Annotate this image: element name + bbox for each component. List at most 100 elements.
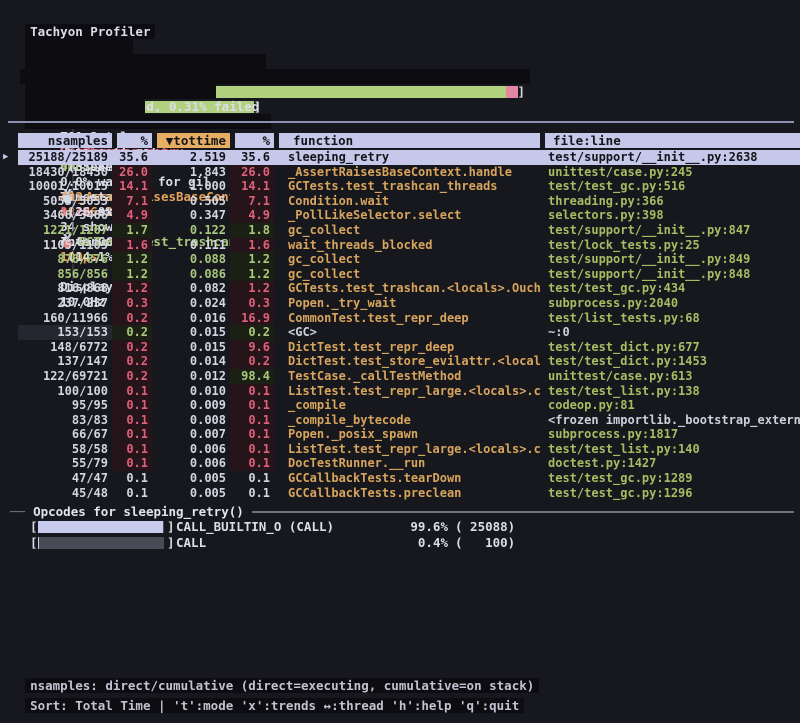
function-cell: DictTest.test_store_evilattr.<local...: [274, 354, 540, 369]
pct-cumulative-cell: 35.6: [230, 150, 274, 165]
tottime-cell: 0.122: [152, 223, 230, 238]
opcode-bar: [38, 521, 164, 533]
pct-cumulative-cell: 0.1: [230, 486, 274, 501]
table-row[interactable]: 5053/50537.10.5057.1Condition.waitthread…: [0, 194, 800, 209]
file-line-cell: <frozen importlib._bootstrap_externa: [540, 413, 800, 428]
table-row[interactable]: 148/67720.20.0159.6DictTest.test_repr_de…: [0, 340, 800, 355]
tottime-cell: 0.014: [152, 354, 230, 369]
tottime-cell: 0.009: [152, 398, 230, 413]
pct-direct-cell: 1.6: [112, 238, 152, 253]
nsamples-cell: 1105/1105: [18, 238, 112, 253]
table-row[interactable]: 66/670.10.0070.1Popen._posix_spawnsubpro…: [0, 427, 800, 442]
row-marker: [0, 456, 18, 471]
nsamples-cell: 3466/3466: [18, 208, 112, 223]
table-row[interactable]: 160/119660.20.01616.9CommonTest.test_rep…: [0, 311, 800, 326]
tottime-cell: 0.082: [152, 281, 230, 296]
nsamples-cell: 5053/5053: [18, 194, 112, 209]
tottime-cell: 0.006: [152, 456, 230, 471]
table-row[interactable]: 10001/1001514.11.00014.1GCTests.test_tra…: [0, 179, 800, 194]
column-header-file-line[interactable]: file:line: [540, 133, 800, 148]
function-cell: _AssertRaisesBaseContext.handle: [274, 165, 540, 180]
pct-direct-cell: 0.2: [112, 354, 152, 369]
table-row[interactable]: 47/470.10.0050.1GCCallbackTests.tearDown…: [0, 471, 800, 486]
table-row[interactable]: 45/480.10.0050.1GCCallbackTests.preclean…: [0, 486, 800, 501]
table-row[interactable]: ▶25188/2518935.62.51935.6sleeping_retryt…: [0, 150, 800, 165]
file-line-cell: test/support/__init__.py:849: [540, 252, 800, 267]
row-marker: [0, 471, 18, 486]
nsamples-cell: 45/48: [18, 486, 112, 501]
bar-open-bracket: [: [30, 535, 38, 550]
table-row[interactable]: 1105/11051.60.1111.6wait_threads_blocked…: [0, 238, 800, 253]
table-row[interactable]: 876/8761.20.0881.2gc_collecttest/support…: [0, 252, 800, 267]
function-cell: Popen._posix_spawn: [274, 427, 540, 442]
pct-direct-cell: 0.1: [112, 486, 152, 501]
pct-direct-cell: 35.6: [112, 150, 152, 165]
table-row[interactable]: 18430/1843026.01.84326.0_AssertRaisesBas…: [0, 165, 800, 180]
opcode-pct: 99.6%: [368, 519, 448, 534]
table-row[interactable]: 153/1530.20.0150.2<GC>~:0: [0, 325, 800, 340]
tottime-cell: 0.006: [152, 442, 230, 457]
footer-help-line: nsamples: direct/cumulative (direct=exec…: [10, 663, 539, 678]
table-row[interactable]: 237/2370.30.0240.3Popen._try_waitsubproc…: [0, 296, 800, 311]
row-marker: [0, 486, 18, 501]
table-row[interactable]: 1221/12671.70.1221.8gc_collecttest/suppo…: [0, 223, 800, 238]
nsamples-cell: 58/58: [18, 442, 112, 457]
row-marker: [0, 223, 18, 238]
row-marker: [0, 354, 18, 369]
file-line-cell: test/test_gc.py:434: [540, 281, 800, 296]
table-row[interactable]: 83/830.10.0080.1_compile_bytecode<frozen…: [0, 413, 800, 428]
row-marker: [0, 238, 18, 253]
file-line-cell: test/test_list.py:138: [540, 384, 800, 399]
file-line-cell: unittest/case.py:245: [540, 165, 800, 180]
pct-cumulative-cell: 1.2: [230, 252, 274, 267]
header-separator-line: [8, 121, 794, 123]
table-row[interactable]: 816/8681.20.0821.2GCTests.test_trashcan.…: [0, 281, 800, 296]
nsamples-cell: 237/237: [18, 296, 112, 311]
pct-direct-cell: 0.1: [112, 384, 152, 399]
column-header-pct1[interactable]: %: [112, 133, 152, 148]
row-marker: [0, 252, 18, 267]
table-row[interactable]: 122/697210.20.01298.4TestCase._callTestM…: [0, 369, 800, 384]
dash-decoration: ──: [10, 504, 25, 519]
function-cell: <GC>: [274, 325, 540, 340]
tottime-cell: 0.111: [152, 238, 230, 253]
pct-direct-cell: 0.1: [112, 427, 152, 442]
table-row[interactable]: 100/1000.10.0100.1ListTest.test_repr_lar…: [0, 384, 800, 399]
tottime-cell: 0.012: [152, 369, 230, 384]
nsamples-cell: 148/6772: [18, 340, 112, 355]
pct-cumulative-cell: 0.2: [230, 354, 274, 369]
table-row[interactable]: 95/950.10.0090.1_compilecodeop.py:81: [0, 398, 800, 413]
row-marker: ▶: [0, 150, 18, 165]
row-marker: [0, 340, 18, 355]
function-cell: GCTests.test_trashcan.<locals>.Ouch...: [274, 281, 540, 296]
row-marker: [0, 296, 18, 311]
pct-cumulative-cell: 0.1: [230, 456, 274, 471]
tottime-cell: 1.000: [152, 179, 230, 194]
table-row[interactable]: 137/1470.20.0140.2DictTest.test_store_ev…: [0, 354, 800, 369]
function-cell: gc_collect: [274, 252, 540, 267]
table-row[interactable]: 58/580.10.0060.1ListTest.test_repr_large…: [0, 442, 800, 457]
nsamples-cell: 47/47: [18, 471, 112, 486]
column-header-nsamples[interactable]: nsamples: [18, 133, 112, 148]
bar-open-bracket: [: [30, 519, 38, 534]
row-marker: [0, 311, 18, 326]
top3-line: Top 3: sleeping_retry (35.6%) │ _AssertR…: [10, 99, 271, 114]
file-line-cell: test/test_dict.py:677: [540, 340, 800, 355]
functions-line: Functions: 881 total │ 478 exec │ 403 st…: [10, 84, 145, 99]
function-cell: gc_collect: [274, 267, 540, 282]
table-row[interactable]: 55/790.10.0060.1DocTestRunner.__rundocte…: [0, 456, 800, 471]
file-line-cell: subprocess.py:2040: [540, 296, 800, 311]
tottime-cell: 0.005: [152, 471, 230, 486]
tottime-cell: 0.010: [152, 384, 230, 399]
file-line-cell: subprocess.py:1817: [540, 427, 800, 442]
table-row[interactable]: 856/8561.20.0861.2gc_collecttest/support…: [0, 267, 800, 282]
column-header-tottime-sorted[interactable]: ▼tottime: [152, 133, 230, 148]
file-line-cell: test/test_list.py:140: [540, 442, 800, 457]
pct-cumulative-cell: 0.1: [230, 398, 274, 413]
pct-cumulative-cell: 1.2: [230, 281, 274, 296]
column-header-function[interactable]: function: [274, 133, 540, 148]
dash-line: [252, 511, 794, 513]
column-header-pct2[interactable]: %: [230, 133, 274, 148]
row-marker: [0, 369, 18, 384]
table-row[interactable]: 3466/34664.90.3474.9_PollLikeSelector.se…: [0, 208, 800, 223]
